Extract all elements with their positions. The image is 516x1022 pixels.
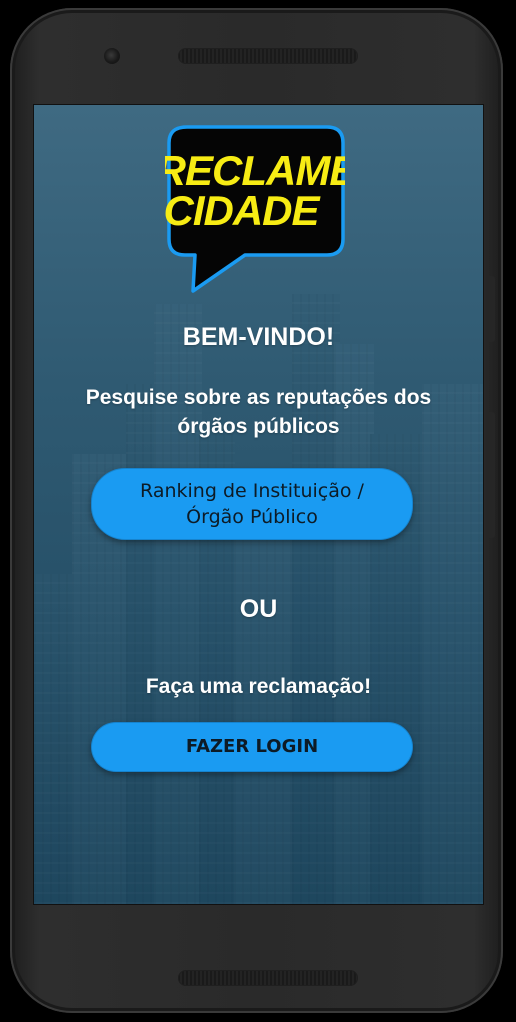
earpiece-speaker [178, 48, 358, 64]
reclame-cidade-logo: RECLAME CIDADE [156, 125, 360, 297]
front-camera [104, 48, 120, 64]
bottom-speaker [178, 970, 358, 986]
ranking-button-label: Ranking de Instituição / Órgão Público [140, 480, 364, 528]
volume-button [488, 276, 495, 342]
city-background-image [34, 284, 483, 904]
complaint-prompt: Faça uma reclamação! [145, 675, 372, 698]
logo-text-cidade: CIDADE [165, 187, 321, 234]
power-button [488, 412, 495, 538]
welcome-title: BEM-VINDO! [182, 323, 335, 351]
ranking-button[interactable]: Ranking de Instituição / Órgão Público [91, 468, 413, 540]
login-button[interactable]: FAZER LOGIN [91, 722, 413, 772]
or-separator: OU [239, 595, 278, 623]
login-button-label: FAZER LOGIN [185, 736, 319, 757]
app-screen: RECLAME CIDADE BEM-VINDO! Pesquise sobre… [33, 104, 484, 905]
welcome-subtitle: Pesquise sobre as reputações dos órgãos … [85, 386, 432, 438]
